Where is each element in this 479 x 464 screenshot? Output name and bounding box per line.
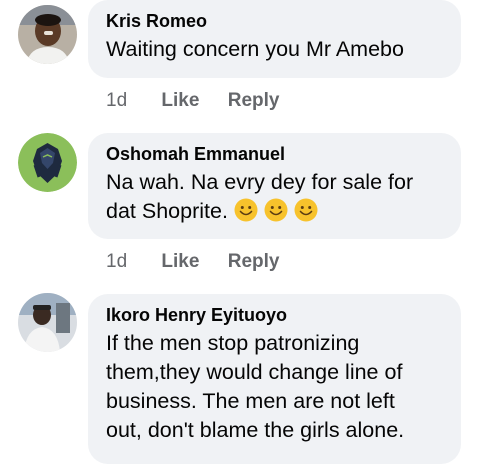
comment-text: Waiting concern you Mr Amebo [106,37,404,61]
comment-timestamp[interactable]: 1d [106,251,127,272]
comment-bubble: Kris Romeo Waiting concern you Mr Amebo [88,0,461,78]
emoji-group [234,198,324,223]
smiling-face-icon [234,198,258,222]
reply-button[interactable]: Reply [228,90,280,111]
smiling-face-icon [294,198,318,222]
comment-bubble: Oshomah Emmanuel Na wah. Na evry dey for… [88,133,461,239]
comment-actions: 1d Like Reply [106,90,302,112]
comment-timestamp[interactable]: 1d [106,90,127,111]
comment-actions: 1d Like Reply [106,251,302,273]
avatar[interactable] [18,133,77,192]
like-button[interactable]: Like [161,251,199,272]
avatar[interactable] [18,293,77,352]
comment-text: Na wah. Na evry dey for sale for dat Sho… [106,168,443,226]
smiling-face-icon [264,198,288,222]
comment-author[interactable]: Kris Romeo [106,10,443,32]
comment-text: If the men stop patronizing them,they wo… [106,331,405,442]
comment-author[interactable]: Ikoro Henry Eyituoyo [106,304,443,326]
comment-bubble: Ikoro Henry Eyituoyo If the men stop pat… [88,294,461,464]
comment-author[interactable]: Oshomah Emmanuel [106,143,443,165]
reply-button[interactable]: Reply [228,251,280,272]
avatar[interactable] [18,5,77,64]
like-button[interactable]: Like [161,90,199,111]
